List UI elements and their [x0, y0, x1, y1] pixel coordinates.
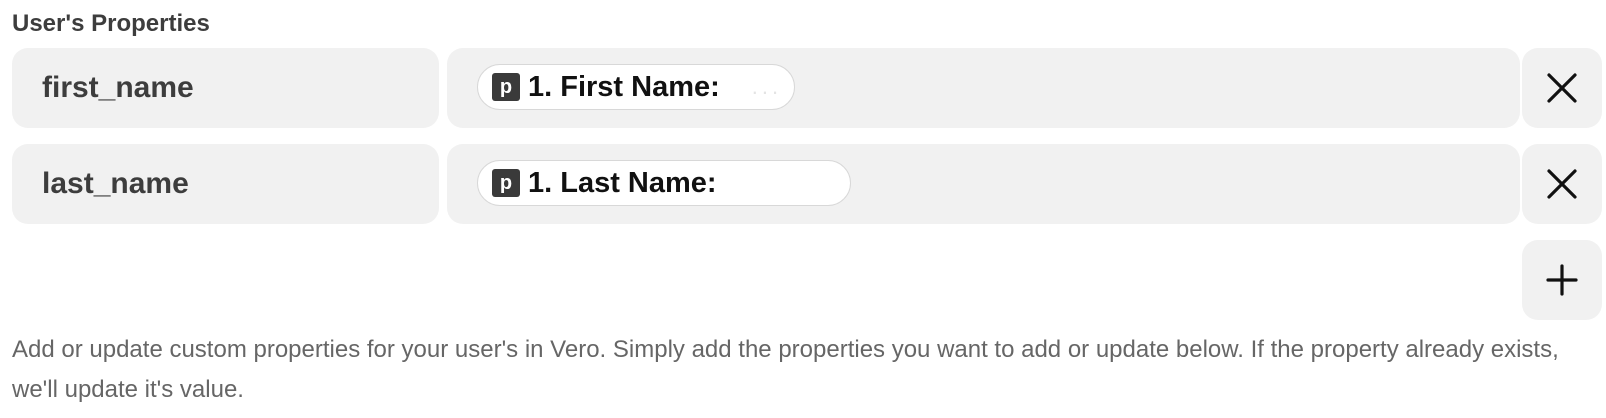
property-key-field[interactable]: last_name [12, 144, 439, 224]
property-key-text: first_name [42, 71, 194, 104]
property-value-field[interactable]: p 1. First Name: ... [447, 48, 1520, 128]
mapped-field-label: 1. Last Name: [528, 166, 717, 199]
mapped-field-label: 1. First Name: [528, 70, 720, 103]
close-icon [1547, 169, 1577, 199]
property-key-text: last_name [42, 167, 189, 200]
remove-row-button[interactable] [1522, 48, 1602, 128]
property-key-field[interactable]: first_name [12, 48, 439, 128]
close-icon [1547, 73, 1577, 103]
add-row-button[interactable] [1522, 240, 1602, 320]
app-badge-icon: p [492, 169, 520, 197]
mapped-field-pill[interactable]: p 1. First Name: ... [477, 64, 795, 110]
property-row: first_name p 1. First Name: ... [12, 48, 1602, 128]
mapped-field-sample-value: ... [751, 74, 783, 99]
property-value-field[interactable]: p 1. Last Name: [447, 144, 1520, 224]
section-label: User's Properties [12, 10, 210, 37]
mapped-field-pill[interactable]: p 1. Last Name: [477, 160, 851, 206]
help-text: Add or update custom properties for your… [12, 336, 1559, 403]
plus-icon [1546, 264, 1578, 296]
property-row: last_name p 1. Last Name: [12, 144, 1602, 224]
remove-row-button[interactable] [1522, 144, 1602, 224]
app-badge-icon: p [492, 73, 520, 101]
